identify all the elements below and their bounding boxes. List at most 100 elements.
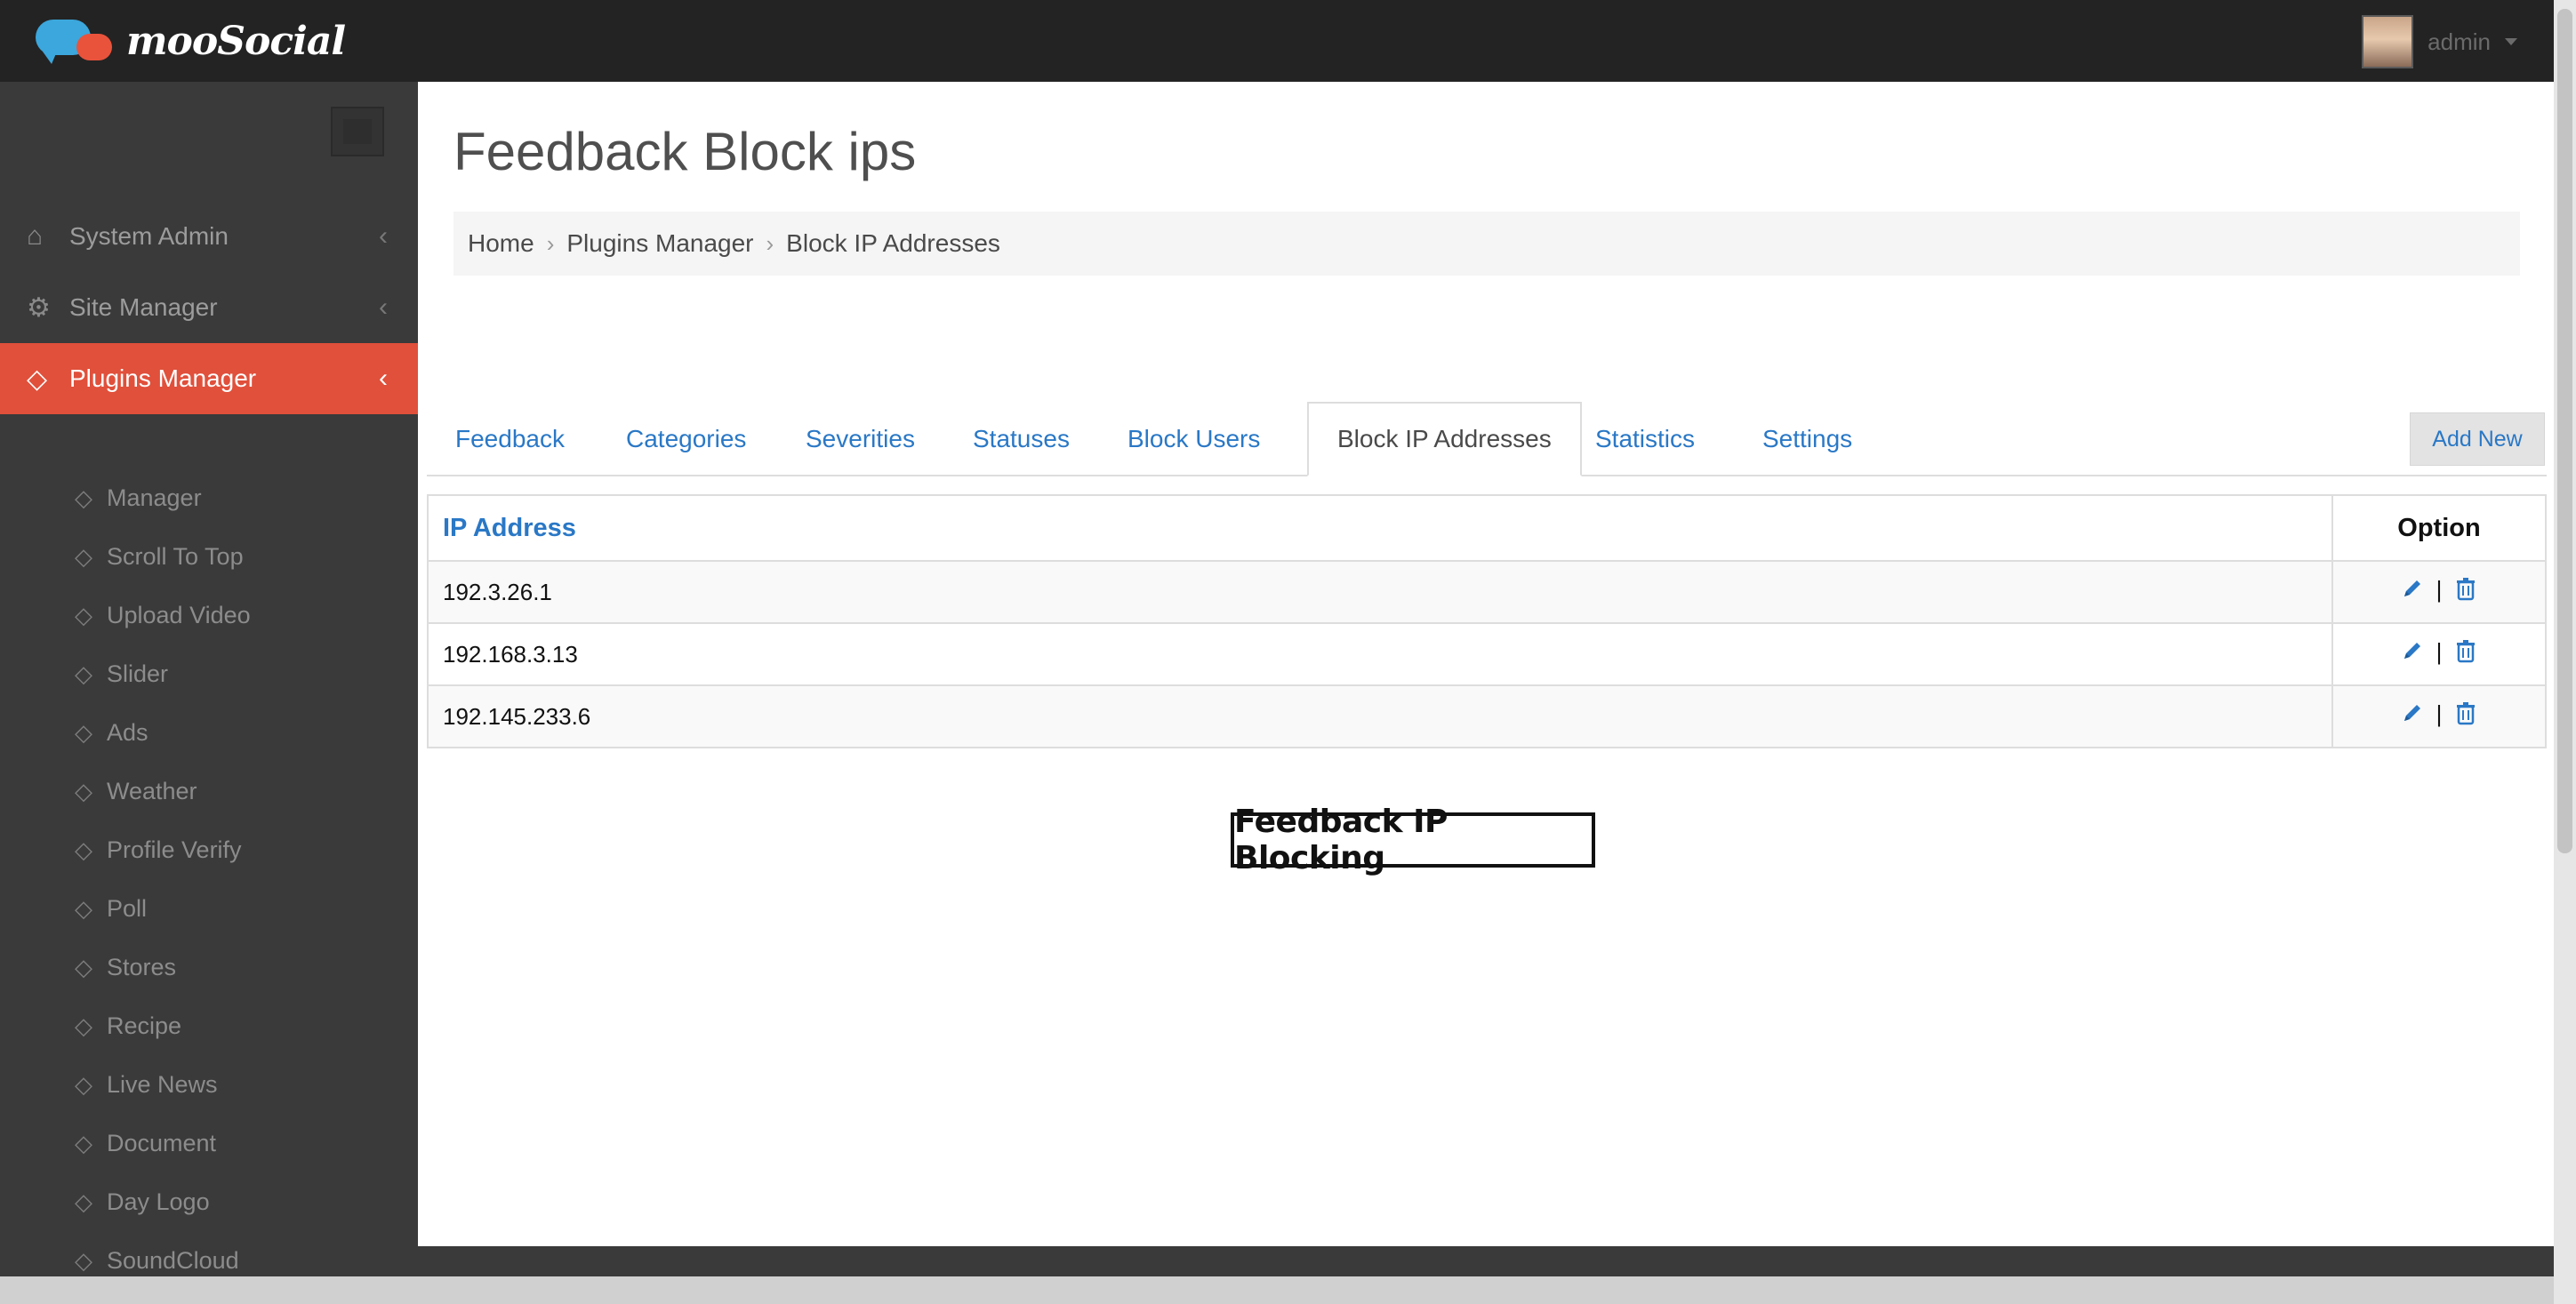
sidebar: ⌂ System Admin ‹ ⚙ Site Manager ‹ ◇ Plug… — [0, 82, 418, 1304]
sidebar-subitem-label: Slider — [107, 660, 169, 687]
sidebar-subitem-upload-video[interactable]: ◇ Upload Video — [0, 588, 418, 642]
page-title: Feedback Block ips — [453, 122, 917, 181]
tag-icon: ◇ — [75, 660, 92, 687]
sidebar-subitem-live-news[interactable]: ◇ Live News — [0, 1058, 418, 1111]
vertical-scrollbar[interactable] — [2554, 0, 2576, 1304]
tab-settings[interactable]: Settings — [1734, 402, 1881, 476]
chevron-right-icon: › — [766, 229, 774, 257]
sidebar-subitem-recipe[interactable]: ◇ Recipe — [0, 999, 418, 1052]
sidebar-subitem-scroll-to-top[interactable]: ◇ Scroll To Top — [0, 530, 418, 583]
ip-address-cell: 192.3.26.1 — [427, 560, 2333, 624]
scrollbar-thumb[interactable] — [2557, 9, 2572, 853]
option-column-header: Option — [2331, 494, 2547, 562]
sidebar-subitem-label: Poll — [107, 894, 148, 922]
tag-icon: ◇ — [75, 1012, 92, 1039]
sidebar-subitem-day-logo[interactable]: ◇ Day Logo — [0, 1175, 418, 1228]
tab-block-ip-addresses[interactable]: Block IP Addresses — [1307, 402, 1582, 476]
user-name[interactable]: admin — [2428, 28, 2491, 56]
sidebar-item-label: Plugins Manager — [69, 364, 257, 392]
sidebar-item-plugins-manager[interactable]: ◇ Plugins Manager ‹ — [0, 343, 418, 414]
table-row: 192.3.26.1 | — [427, 560, 2547, 624]
footer-bar — [418, 1246, 2554, 1276]
tag-icon: ◇ — [75, 953, 92, 980]
add-new-button[interactable]: Add New — [2410, 412, 2545, 466]
sidebar-subitem-ads[interactable]: ◇ Ads — [0, 706, 418, 759]
feedback-ip-blocking-label: Feedback IP Blocking — [1231, 804, 1595, 876]
edit-pencil-icon[interactable] — [2401, 577, 2424, 602]
breadcrumb-current: Block IP Addresses — [786, 229, 1000, 257]
sidebar-subitem-slider[interactable]: ◇ Slider — [0, 647, 418, 700]
home-icon: ⌂ — [27, 221, 44, 251]
sidebar-item-site-manager[interactable]: ⚙ Site Manager ‹ — [0, 272, 418, 343]
main-content: Feedback Block ips Home › Plugins Manage… — [418, 82, 2554, 1246]
sidebar-subitem-label: Stores — [107, 953, 177, 980]
sidebar-subitem-weather[interactable]: ◇ Weather — [0, 764, 418, 818]
breadcrumb-plugins-manager[interactable]: Plugins Manager — [566, 229, 753, 258]
logo-text: mooSocial — [126, 18, 346, 64]
avatar[interactable] — [2362, 15, 2414, 68]
option-separator: | — [2436, 575, 2443, 603]
sidebar-subitem-label: Day Logo — [107, 1188, 210, 1215]
sidebar-toggle-button[interactable] — [331, 107, 384, 156]
sidebar-subitem-label: Recipe — [107, 1012, 182, 1039]
edit-pencil-icon[interactable] — [2401, 639, 2424, 664]
delete-trash-icon[interactable] — [2454, 577, 2477, 602]
chevron-left-icon: ‹ — [379, 221, 388, 251]
option-separator: | — [2436, 700, 2443, 727]
tag-icon: ◇ — [75, 894, 92, 922]
table-row: 192.168.3.13 | — [427, 622, 2547, 686]
tab-statuses[interactable]: Statuses — [944, 402, 1098, 476]
option-cell: | — [2331, 622, 2547, 686]
tag-icon: ◇ — [75, 836, 92, 863]
chevron-right-icon: › — [546, 229, 555, 257]
tag-icon: ◇ — [75, 1188, 92, 1215]
option-cell: | — [2331, 560, 2547, 624]
caret-down-icon[interactable] — [2505, 38, 2517, 45]
chevron-left-icon: ‹ — [379, 364, 388, 393]
sidebar-subitem-label: Scroll To Top — [107, 542, 244, 570]
ip-address-column-header[interactable]: IP Address — [427, 494, 2333, 562]
moosocial-logo[interactable]: mooSocial — [32, 12, 346, 69]
sidebar-subitem-profile-verify[interactable]: ◇ Profile Verify — [0, 823, 418, 876]
chevron-left-icon: ‹ — [379, 292, 388, 322]
sidebar-subitem-label: Manager — [107, 484, 202, 511]
sidebar-subitem-label: Document — [107, 1129, 217, 1156]
sidebar-subitem-label: SoundCloud — [107, 1246, 239, 1274]
tab-block-users[interactable]: Block Users — [1099, 402, 1288, 476]
edit-pencil-icon[interactable] — [2401, 701, 2424, 726]
sidebar-item-label: Site Manager — [69, 293, 218, 321]
sidebar-item-label: System Admin — [69, 222, 229, 250]
tab-feedback[interactable]: Feedback — [427, 402, 593, 476]
option-separator: | — [2436, 637, 2443, 665]
tag-icon: ◇ — [75, 542, 92, 570]
tag-icon: ◇ — [75, 1070, 92, 1098]
horizontal-scrollbar[interactable] — [0, 1276, 2554, 1304]
tag-icon: ◇ — [75, 601, 92, 628]
delete-trash-icon[interactable] — [2454, 701, 2477, 726]
delete-trash-icon[interactable] — [2454, 639, 2477, 664]
option-cell: | — [2331, 684, 2547, 748]
tag-icon: ◇ — [75, 1246, 92, 1274]
table-row: 192.145.233.6 | — [427, 684, 2547, 748]
sidebar-subitem-label: Upload Video — [107, 601, 251, 628]
user-menu[interactable]: admin — [2362, 14, 2517, 69]
top-bar: mooSocial admin — [0, 0, 2576, 82]
ip-address-cell: 192.168.3.13 — [427, 622, 2333, 686]
tag-icon: ◇ — [75, 484, 92, 511]
breadcrumb: Home › Plugins Manager › Block IP Addres… — [453, 212, 2520, 276]
tag-icon: ◇ — [27, 364, 48, 394]
sidebar-subitem-label: Live News — [107, 1070, 218, 1098]
tag-icon: ◇ — [75, 1129, 92, 1156]
tab-statistics[interactable]: Statistics — [1567, 402, 1723, 476]
tab-categories[interactable]: Categories — [598, 402, 774, 476]
sidebar-subitem-stores[interactable]: ◇ Stores — [0, 940, 418, 994]
sidebar-subitem-manager[interactable]: ◇ Manager — [0, 471, 418, 524]
tab-severities[interactable]: Severities — [777, 402, 943, 476]
sidebar-subitem-document[interactable]: ◇ Document — [0, 1116, 418, 1170]
breadcrumb-home[interactable]: Home — [468, 229, 534, 258]
sidebar-subitem-label: Weather — [107, 777, 197, 804]
tag-icon: ◇ — [75, 718, 92, 746]
sidebar-subitem-label: Profile Verify — [107, 836, 242, 863]
sidebar-subitem-poll[interactable]: ◇ Poll — [0, 882, 418, 935]
sidebar-item-system-admin[interactable]: ⌂ System Admin ‹ — [0, 201, 418, 272]
